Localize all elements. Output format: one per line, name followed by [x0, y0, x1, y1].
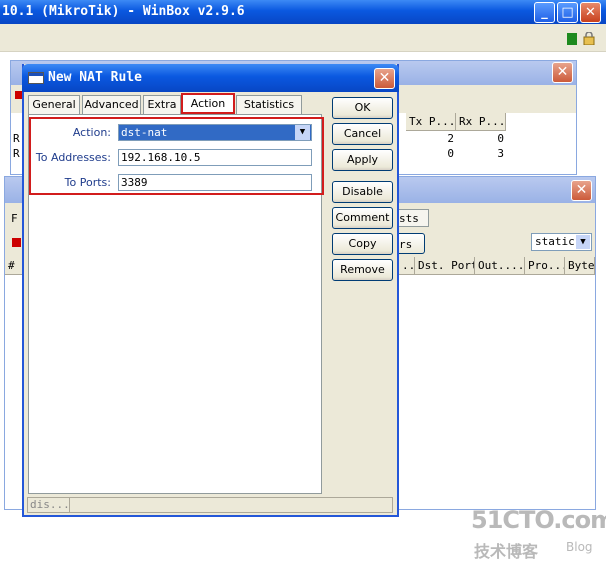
to-addresses-label: To Addresses: — [35, 151, 111, 164]
rx-value: 0 — [497, 132, 504, 145]
chevron-down-icon[interactable]: ▼ — [576, 235, 590, 249]
column-dst-port[interactable]: Dst. Port — [415, 257, 475, 275]
nat-tab-lists[interactable]: sts — [399, 209, 429, 227]
to-ports-field[interactable]: 3389 — [118, 174, 312, 191]
minimize-icon[interactable]: _ — [534, 2, 555, 23]
filter-select-value: static — [535, 235, 575, 248]
nat-button-counters[interactable]: rs — [399, 233, 425, 254]
dialog-title-bar: New NAT Rule — [22, 64, 399, 92]
window-icon — [28, 72, 44, 84]
nat-tab-lists-label: sts — [399, 212, 419, 225]
disable-button[interactable]: Disable — [332, 181, 393, 203]
interfaces-close-icon[interactable]: ✕ — [552, 62, 573, 83]
dialog-status-bar: dis... — [27, 497, 393, 513]
tab-extra[interactable]: Extra — [143, 95, 181, 114]
lock-icon — [583, 31, 595, 46]
tx-value: 2 — [447, 132, 454, 145]
apply-button[interactable]: Apply — [332, 149, 393, 171]
watermark-51cto: 51CTO.com — [471, 506, 606, 534]
status-text: dis... — [30, 498, 70, 512]
column-tx-packets[interactable]: Tx P... — [406, 113, 456, 131]
comment-button[interactable]: Comment — [332, 207, 393, 229]
action-select[interactable]: dst-nat ▼ — [118, 124, 312, 141]
nat-add-icon[interactable] — [12, 238, 21, 247]
tab-general[interactable]: General — [28, 95, 80, 114]
action-label: Action: — [72, 126, 111, 139]
column-protocol[interactable]: Pro... — [525, 257, 565, 275]
main-window-title: 10.1 (MikroTik) - WinBox v2.9.6 — [2, 4, 245, 19]
row-lead: R — [13, 147, 20, 160]
action-select-value: dst-nat — [121, 126, 168, 139]
connection-status-icon — [567, 33, 577, 45]
column-rx-packets[interactable]: Rx P... — [456, 113, 506, 131]
column-bytes[interactable]: Byte — [565, 257, 595, 275]
tab-action[interactable]: Action — [181, 93, 235, 114]
dialog-close-icon[interactable]: ✕ — [374, 68, 395, 89]
row-lead: R — [13, 132, 20, 145]
close-icon[interactable]: ✕ — [580, 2, 601, 23]
dialog-title: New NAT Rule — [48, 70, 142, 85]
ok-button[interactable]: OK — [332, 97, 393, 119]
rx-value: 3 — [497, 147, 504, 160]
main-toolbar — [0, 24, 606, 52]
watermark-sub: 技术博客 — [474, 542, 539, 561]
nat-button-counters-label: rs — [399, 238, 413, 251]
watermark-blog: Blog — [566, 540, 593, 554]
remove-button[interactable]: Remove — [332, 259, 393, 281]
copy-button[interactable]: Copy — [332, 233, 393, 255]
to-addresses-field[interactable]: 192.168.10.5 — [118, 149, 312, 166]
tx-value: 0 — [447, 147, 454, 160]
filter-select[interactable]: static ▼ — [531, 233, 592, 251]
maximize-icon[interactable]: □ — [557, 2, 578, 23]
cancel-button[interactable]: Cancel — [332, 123, 393, 145]
column-partial[interactable]: ... — [399, 257, 415, 275]
to-ports-label: To Ports: — [64, 176, 111, 189]
chevron-down-icon[interactable]: ▼ — [295, 125, 310, 140]
column-out-interface[interactable]: Out.... — [475, 257, 525, 275]
main-window-title-bar: 10.1 (MikroTik) - WinBox v2.9.6 — [0, 0, 606, 24]
nat-tab-fragment[interactable]: F — [11, 212, 18, 225]
tab-statistics[interactable]: Statistics — [236, 95, 302, 114]
nat-close-icon[interactable]: ✕ — [571, 180, 592, 201]
tab-advanced[interactable]: Advanced — [82, 95, 141, 114]
